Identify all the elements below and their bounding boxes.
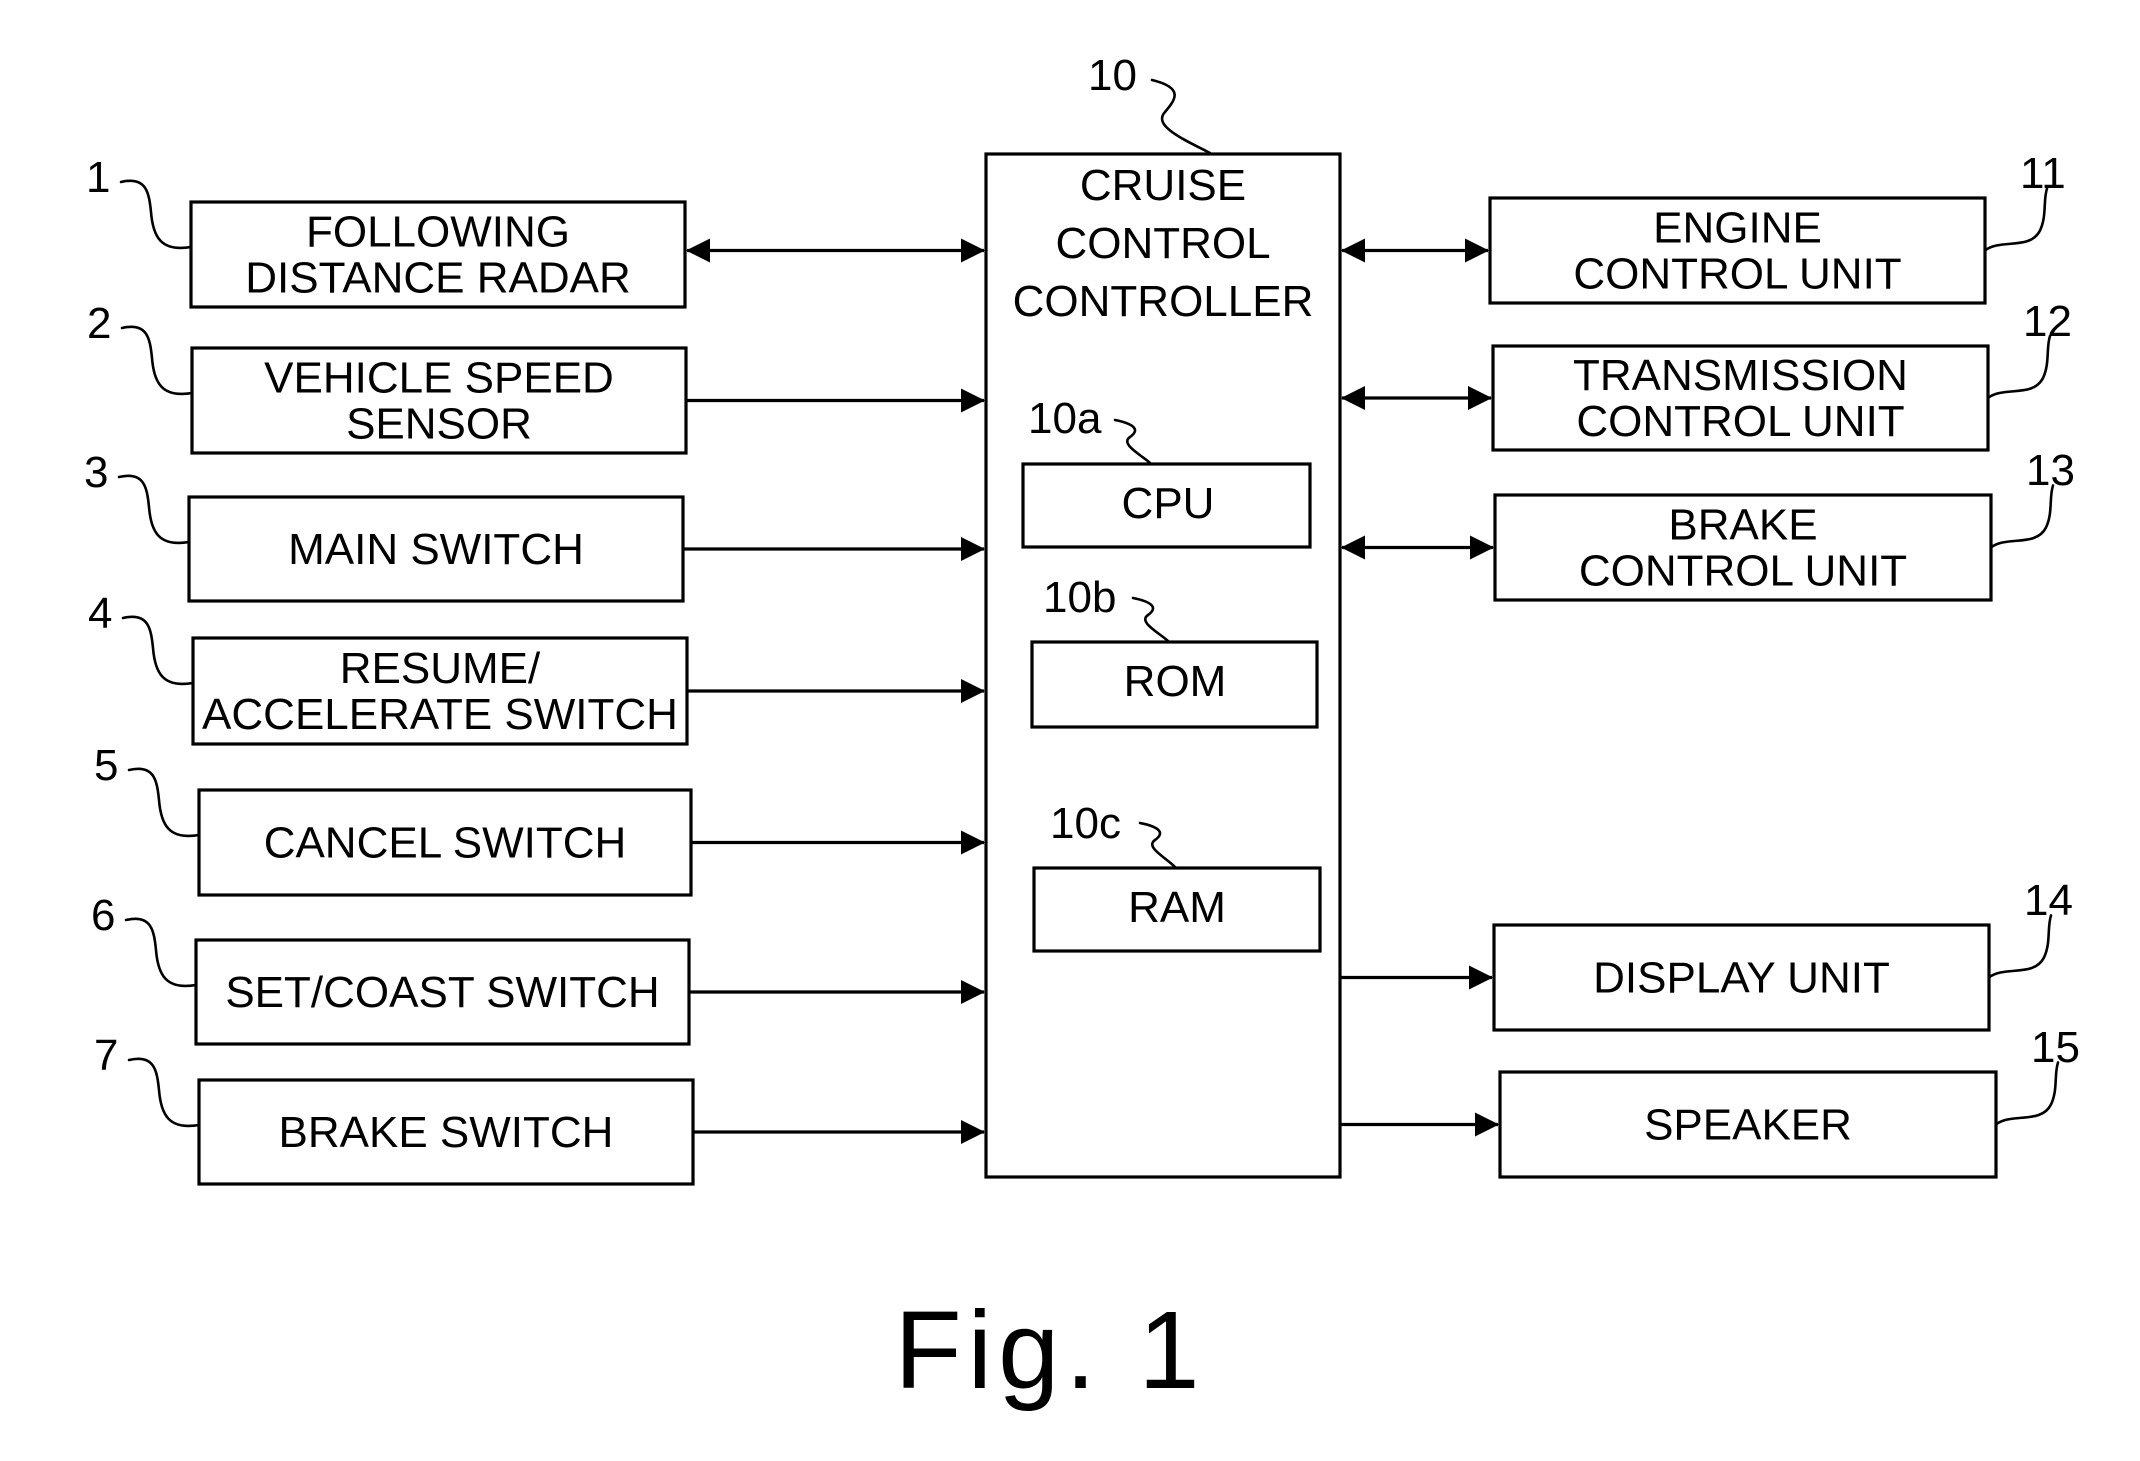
- input-leader-line: [127, 1057, 201, 1128]
- input-ref-number: 7: [94, 1031, 118, 1080]
- input-label-line-2: SENSOR: [346, 400, 532, 449]
- ram-label: RAM: [1128, 883, 1226, 932]
- output-ref-number: 14: [2024, 876, 2073, 925]
- output-block-12: TRANSMISSIONCONTROL UNIT 12: [1341, 297, 2072, 452]
- output-label-line-1: DISPLAY UNIT: [1593, 954, 1890, 1003]
- input-ref-number: 5: [94, 741, 118, 790]
- input-ref-number: 2: [87, 299, 111, 348]
- input-leader-line: [121, 615, 195, 686]
- controller-label-line-1: CRUISE: [1080, 161, 1246, 210]
- input-ref-number: 3: [84, 448, 108, 497]
- figure-caption: Fig. 1: [894, 1289, 1205, 1412]
- output-ref-number: 15: [2031, 1023, 2080, 1072]
- input-label-line-1: MAIN SWITCH: [288, 525, 584, 574]
- output-label-line-1: BRAKE: [1668, 501, 1817, 550]
- input-leader-line: [120, 325, 194, 396]
- input-block-3: MAIN SWITCH 3: [84, 448, 985, 603]
- input-block-4: RESUME/ACCELERATE SWITCH 4: [88, 589, 985, 746]
- input-label-line-2: DISTANCE RADAR: [245, 254, 630, 303]
- output-block-15: SPEAKER 15: [1340, 1023, 2080, 1179]
- input-label-line-2: ACCELERATE SWITCH: [202, 690, 678, 739]
- input-block-6: SET/COAST SWITCH 6: [91, 891, 985, 1046]
- output-label-line-1: SPEAKER: [1644, 1101, 1852, 1150]
- input-leader-line: [119, 179, 193, 250]
- input-ref-number: 4: [88, 589, 112, 638]
- input-block-1: FOLLOWINGDISTANCE RADAR 1: [86, 153, 985, 309]
- input-label-line-1: CANCEL SWITCH: [264, 819, 627, 868]
- controller-leader-line: [1150, 78, 1212, 155]
- output-ref-number: 12: [2023, 297, 2072, 346]
- input-block-7: BRAKE SWITCH 7: [94, 1031, 985, 1186]
- controller-ref-number: 10: [1088, 51, 1137, 100]
- input-label-line-1: BRAKE SWITCH: [279, 1108, 614, 1157]
- output-label-line-2: CONTROL UNIT: [1579, 547, 1907, 596]
- cpu-ref-number: 10a: [1028, 394, 1102, 443]
- input-label-line-1: RESUME/: [340, 644, 541, 693]
- controller-label-line-2: CONTROL: [1055, 219, 1270, 268]
- output-ref-number: 11: [2020, 149, 2066, 198]
- cruise-control-controller: CRUISE CONTROL CONTROLLER 10 CPU 10a ROM…: [984, 51, 1342, 1179]
- cruise-control-block-diagram: CRUISE CONTROL CONTROLLER 10 CPU 10a ROM…: [84, 51, 2080, 1412]
- output-blocks: ENGINECONTROL UNIT11TRANSMISSIONCONTROL …: [1340, 149, 2080, 1179]
- output-block-13: BRAKECONTROL UNIT 13: [1341, 446, 2075, 602]
- cpu-label: CPU: [1122, 479, 1215, 528]
- input-label-line-1: VEHICLE SPEED: [264, 354, 614, 403]
- input-block-2: VEHICLE SPEEDSENSOR 2: [87, 299, 985, 455]
- ram-ref-number: 10c: [1050, 799, 1121, 848]
- output-block-14: DISPLAY UNIT 14: [1340, 876, 2073, 1032]
- output-label-line-1: TRANSMISSION: [1573, 351, 1908, 400]
- input-ref-number: 6: [91, 891, 115, 940]
- output-label-line-2: CONTROL UNIT: [1576, 397, 1904, 446]
- input-leader-line: [117, 474, 191, 545]
- input-leader-line: [127, 767, 201, 838]
- output-block-11: ENGINECONTROL UNIT 11: [1341, 149, 2066, 305]
- input-label-line-1: FOLLOWING: [306, 208, 570, 257]
- input-blocks: FOLLOWINGDISTANCE RADAR 1 VEHICLE SPEEDSEN…: [84, 153, 985, 1186]
- output-ref-number: 13: [2026, 446, 2075, 495]
- input-label-line-1: SET/COAST SWITCH: [225, 968, 659, 1017]
- input-ref-number: 1: [86, 153, 110, 202]
- output-label-line-2: CONTROL UNIT: [1573, 250, 1901, 299]
- rom-label: ROM: [1124, 657, 1227, 706]
- input-leader-line: [124, 917, 198, 988]
- rom-ref-number: 10b: [1043, 573, 1116, 622]
- input-block-5: CANCEL SWITCH 5: [94, 741, 985, 897]
- output-label-line-1: ENGINE: [1653, 204, 1822, 253]
- controller-label-line-3: CONTROLLER: [1013, 277, 1314, 326]
